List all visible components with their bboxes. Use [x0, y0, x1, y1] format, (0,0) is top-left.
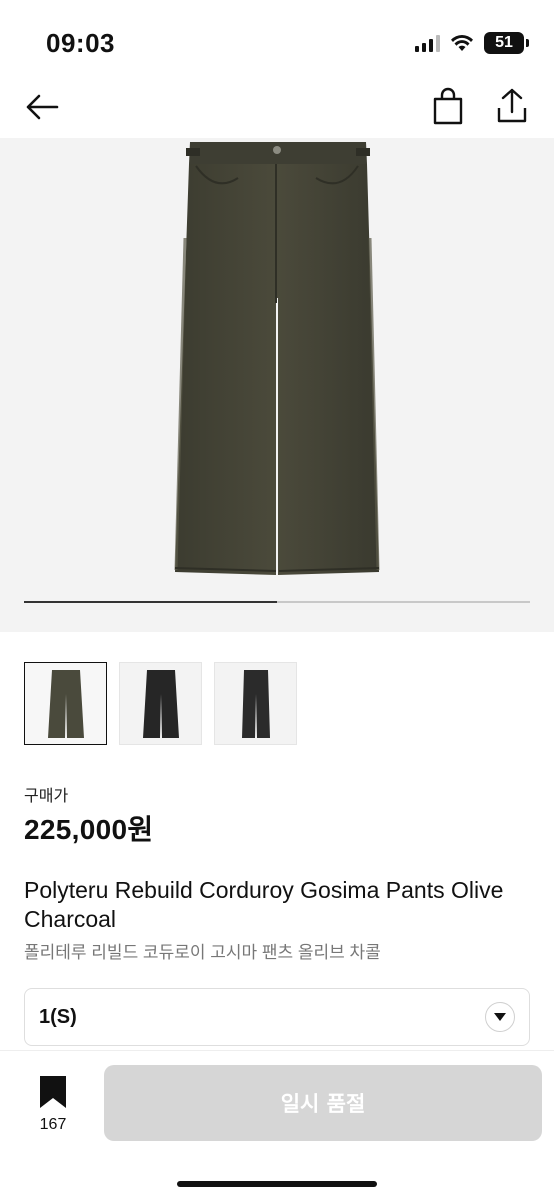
- status-bar: 09:03 51: [0, 0, 554, 80]
- size-option-select[interactable]: 1(S): [24, 988, 530, 1046]
- chevron-down-icon: [485, 1002, 515, 1032]
- bookmark-icon: [40, 1076, 66, 1108]
- price-label: 구매가: [24, 788, 69, 805]
- gallery-progress-fill: [24, 601, 277, 603]
- product-subtitle-korean: 폴리테루 리빌드 코듀로이 고시마 팬츠 올리브 차콜: [24, 943, 381, 962]
- thumbnail-3[interactable]: [214, 662, 297, 745]
- battery-icon: 51: [484, 32, 529, 54]
- status-time: 09:03: [46, 28, 115, 58]
- size-option-value: 1(S): [39, 1005, 77, 1028]
- soldout-button[interactable]: 일시 품절: [104, 1065, 542, 1141]
- share-button[interactable]: [494, 86, 530, 126]
- share-icon: [497, 88, 527, 123]
- thumbnail-image: [241, 669, 270, 738]
- shopping-bag-icon: [433, 87, 463, 125]
- product-image: [174, 142, 380, 575]
- thumbnail-image: [142, 669, 179, 738]
- product-title: Polyteru Rebuild Corduroy Gosima Pants O…: [24, 877, 504, 932]
- thumbnail-1[interactable]: [24, 662, 107, 745]
- back-button[interactable]: [24, 92, 60, 122]
- gallery-progress-bar: [24, 601, 530, 603]
- thumbnail-strip: [24, 662, 297, 745]
- wifi-icon: [451, 34, 473, 51]
- status-icons: 51: [415, 32, 529, 54]
- battery-level: 51: [495, 34, 513, 51]
- bookmark-button[interactable]: 167: [34, 1075, 72, 1134]
- product-price: 225,000원: [24, 814, 154, 845]
- thumbnail-image: [47, 669, 84, 738]
- cellular-signal-icon: [415, 34, 440, 52]
- home-indicator: [177, 1181, 377, 1187]
- thumbnail-2[interactable]: [119, 662, 202, 745]
- bottom-action-bar: 167 일시 품절: [0, 1050, 554, 1200]
- product-gallery[interactable]: [0, 138, 554, 632]
- bookmark-count: 167: [39, 1116, 67, 1133]
- shopping-bag-button[interactable]: [430, 86, 466, 126]
- nav-bar: [0, 80, 554, 138]
- back-arrow-icon: [26, 94, 59, 120]
